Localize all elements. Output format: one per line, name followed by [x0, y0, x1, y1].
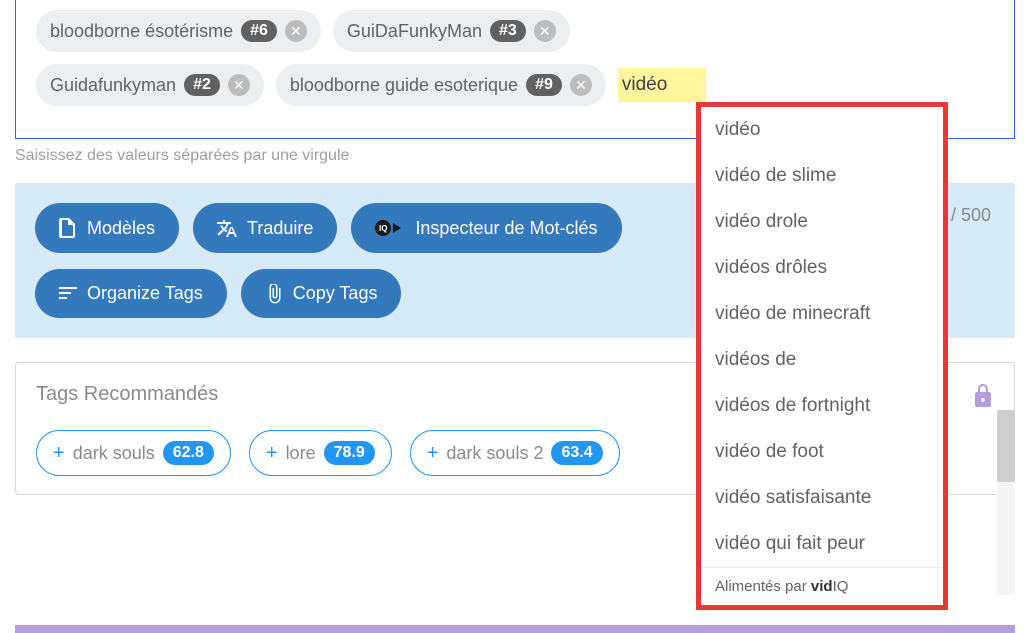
button-label: Copy Tags: [293, 283, 378, 304]
tag-label: bloodborne ésotérisme: [50, 21, 233, 42]
autocomplete-item[interactable]: vidéo drole: [701, 199, 943, 245]
rec-tag-score: 78.9: [324, 441, 375, 465]
tag-label: Guidafunkyman: [50, 75, 176, 96]
footer-prefix: Alimentés par: [715, 578, 811, 595]
tag-label: GuiDaFunkyMan: [347, 21, 482, 42]
tag-pill[interactable]: Guidafunkyman #2 ✕: [36, 64, 264, 106]
close-icon[interactable]: ✕: [570, 74, 592, 96]
lock-icon: [972, 383, 994, 409]
tag-pill[interactable]: GuiDaFunkyMan #3 ✕: [333, 10, 570, 52]
footer-divider: [15, 625, 1015, 633]
tag-row: bloodborne ésotérisme #6 ✕ GuiDaFunkyMan…: [36, 10, 994, 52]
autocomplete-item[interactable]: vidéos de: [701, 337, 943, 383]
tag-text-input[interactable]: [618, 68, 706, 102]
close-icon[interactable]: ✕: [228, 74, 250, 96]
autocomplete-footer: Alimentés par vidIQ: [701, 567, 943, 605]
autocomplete-item[interactable]: vidéos drôles: [701, 245, 943, 291]
plus-icon: +: [53, 442, 65, 465]
rec-tag-label: dark souls: [73, 443, 155, 464]
recommended-tag[interactable]: + dark souls 62.8: [36, 430, 231, 476]
autocomplete-item[interactable]: vidéos de fortnight: [701, 383, 943, 429]
organize-tags-button[interactable]: Organize Tags: [35, 269, 227, 318]
tag-rank-badge: #9: [526, 74, 562, 96]
autocomplete-item[interactable]: vidéo de foot: [701, 429, 943, 475]
char-count: / 500: [951, 205, 991, 226]
tag-rank-badge: #3: [490, 20, 526, 42]
svg-text:IQ: IQ: [379, 224, 387, 233]
brand-rest: IQ: [833, 578, 849, 595]
brand-bold: vid: [811, 578, 833, 595]
models-button[interactable]: Modèles: [35, 203, 179, 253]
rec-tag-label: lore: [286, 443, 316, 464]
copy-tags-button[interactable]: Copy Tags: [241, 269, 402, 318]
tag-row: Guidafunkyman #2 ✕ bloodborne guide esot…: [36, 64, 994, 106]
file-icon: [59, 218, 77, 238]
scroll-thumb[interactable]: [997, 410, 1015, 482]
translate-button[interactable]: Traduire: [193, 203, 337, 253]
autocomplete-item[interactable]: vidéo satisfaisante: [701, 475, 943, 521]
close-icon[interactable]: ✕: [285, 20, 307, 42]
autocomplete-item[interactable]: vidéo: [701, 107, 943, 153]
tag-label: bloodborne guide esoterique: [290, 75, 518, 96]
recommended-tag[interactable]: + lore 78.9: [249, 430, 392, 476]
tag-pill[interactable]: bloodborne ésotérisme #6 ✕: [36, 10, 321, 52]
recommended-tag[interactable]: + dark souls 2 63.4: [410, 430, 620, 476]
button-label: Traduire: [247, 218, 313, 239]
scrollbar[interactable]: [997, 410, 1015, 595]
iq-play-icon: IQ: [375, 217, 405, 239]
autocomplete-dropdown: vidéo vidéo de slime vidéo drole vidéos …: [696, 102, 948, 610]
plus-icon: +: [427, 442, 439, 465]
tag-rank-badge: #2: [184, 74, 220, 96]
close-icon[interactable]: ✕: [534, 20, 556, 42]
button-label: Inspecteur de Mot-clés: [415, 218, 597, 239]
keyword-inspector-button[interactable]: IQ Inspecteur de Mot-clés: [351, 203, 621, 253]
autocomplete-item[interactable]: vidéo de slime: [701, 153, 943, 199]
tag-rank-badge: #6: [241, 20, 277, 42]
autocomplete-item[interactable]: vidéo qui fait peur: [701, 521, 943, 567]
paperclip-icon: [265, 284, 283, 304]
plus-icon: +: [266, 442, 278, 465]
rec-tag-label: dark souls 2: [446, 443, 543, 464]
rec-tag-score: 62.8: [163, 441, 214, 465]
translate-icon: [217, 219, 237, 237]
button-label: Organize Tags: [87, 283, 203, 304]
rec-tag-score: 63.4: [551, 441, 602, 465]
tag-pill[interactable]: bloodborne guide esoterique #9 ✕: [276, 64, 606, 106]
sort-icon: [59, 287, 77, 301]
autocomplete-item[interactable]: vidéo de minecraft: [701, 291, 943, 337]
button-label: Modèles: [87, 218, 155, 239]
